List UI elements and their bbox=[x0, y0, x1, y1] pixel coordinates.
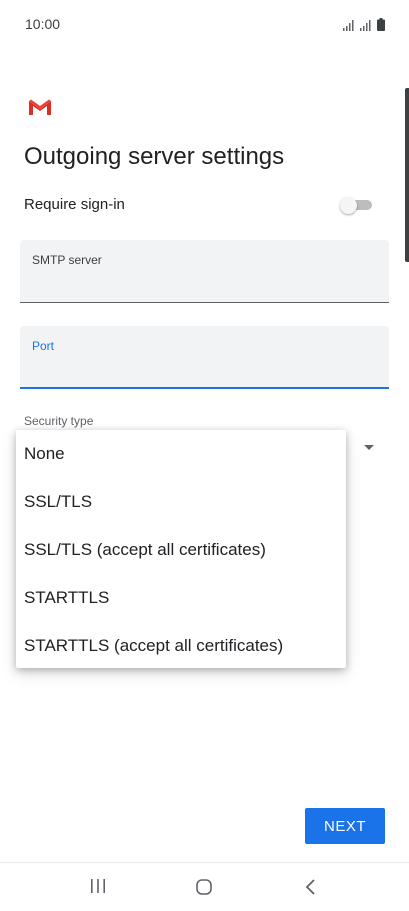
menu-item-none[interactable]: None bbox=[16, 430, 346, 478]
page-title: Outgoing server settings bbox=[24, 143, 285, 170]
next-button[interactable]: NEXT bbox=[305, 808, 385, 844]
recents-icon[interactable] bbox=[90, 879, 106, 893]
navigation-bar bbox=[0, 862, 409, 911]
home-icon[interactable] bbox=[196, 879, 212, 895]
port-label: Port bbox=[32, 339, 55, 353]
require-signin-toggle[interactable] bbox=[340, 197, 374, 214]
security-type-menu: None SSL/TLS SSL/TLS (accept all certifi… bbox=[16, 430, 346, 668]
back-icon[interactable] bbox=[304, 879, 316, 895]
signal-icon bbox=[343, 20, 354, 31]
security-type-label: Security type bbox=[24, 414, 94, 428]
toggle-thumb bbox=[340, 197, 357, 214]
port-field[interactable]: Port bbox=[20, 326, 389, 389]
port-input[interactable] bbox=[32, 358, 376, 384]
smtp-server-label: SMTP server bbox=[32, 253, 102, 267]
scroll-indicator[interactable] bbox=[405, 88, 409, 262]
gmail-logo bbox=[29, 99, 51, 115]
smtp-server-input[interactable] bbox=[32, 272, 376, 298]
require-signin-label: Require sign-in bbox=[24, 196, 125, 213]
status-icons bbox=[343, 15, 385, 31]
dropdown-arrow-icon[interactable] bbox=[364, 445, 374, 450]
status-time: 10:00 bbox=[25, 16, 61, 32]
menu-item-ssl-tls[interactable]: SSL/TLS bbox=[16, 478, 346, 526]
require-signin-row: Require sign-in bbox=[24, 194, 374, 218]
menu-item-ssl-tls-accept-all[interactable]: SSL/TLS (accept all certificates) bbox=[16, 526, 346, 574]
menu-item-starttls[interactable]: STARTTLS bbox=[16, 574, 346, 622]
smtp-server-field[interactable]: SMTP server bbox=[20, 240, 389, 303]
status-bar: 10:00 bbox=[0, 0, 409, 48]
signal-icon bbox=[360, 20, 371, 31]
menu-item-starttls-accept-all[interactable]: STARTTLS (accept all certificates) bbox=[16, 622, 346, 670]
battery-icon bbox=[377, 18, 385, 31]
